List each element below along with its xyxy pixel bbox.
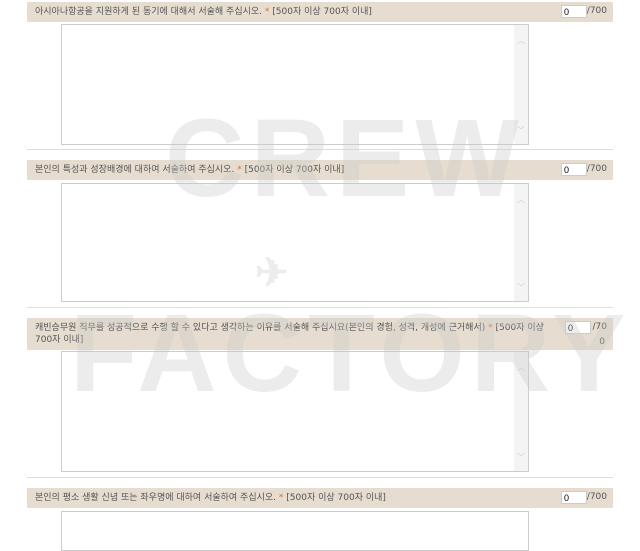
required-mark: *	[264, 7, 270, 17]
required-mark: *	[278, 493, 284, 503]
limit-text: [500자 이상 700자 이내]	[244, 165, 345, 175]
question-label: 아시아나항공을 지원하게 된 동기에 대해서 서술해 주십시오.	[35, 7, 263, 17]
question-label: 본인의 평소 생활 신념 또는 좌우명에 대하여 서술하여 주십시오.	[35, 493, 277, 503]
required-mark: *	[488, 323, 493, 333]
char-count-input[interactable]	[561, 5, 587, 18]
question-label: 캐빈승무원 직무를 성공적으로 수행 할 수 있다고 생각하는 이유를 서술해 …	[35, 323, 486, 333]
divider	[27, 149, 613, 150]
limit-text: [500자 이상 700자 이내]	[286, 493, 386, 503]
divider	[27, 477, 613, 478]
scrollbar[interactable]: ︿ ﹀	[514, 352, 528, 471]
answer-textarea-1[interactable]: ︿ ﹀	[61, 24, 529, 145]
limit-text: [500자 이상 700자 이내]	[272, 7, 372, 17]
scrollbar[interactable]: ︿ ﹀	[514, 184, 528, 301]
divider	[27, 307, 613, 308]
char-count-input[interactable]	[561, 163, 587, 176]
answer-textarea-4[interactable]	[61, 511, 529, 551]
max-count: /70	[592, 322, 607, 332]
max-count: /700	[586, 164, 607, 174]
max-count: /700	[586, 492, 607, 502]
char-count-input[interactable]	[561, 491, 587, 504]
question-1-header: 아시아나항공을 지원하게 된 동기에 대해서 서술해 주십시오. * [500자…	[27, 2, 613, 22]
question-label: 본인의 특성과 성장배경에 대하여 서술하여 주십시오.	[35, 165, 235, 175]
required-mark: *	[237, 165, 242, 175]
answer-textarea-2[interactable]: ︿ ﹀	[61, 183, 529, 302]
max-count: /700	[586, 6, 607, 16]
max-count-wrap: 0	[599, 337, 605, 347]
question-2-header: 본인의 특성과 성장배경에 대하여 서술하여 주십시오. * [500자 이상 …	[27, 160, 613, 180]
answer-textarea-3[interactable]: ︿ ﹀	[61, 351, 529, 472]
char-count-input[interactable]	[565, 321, 591, 334]
question-4-header: 본인의 평소 생활 신념 또는 좌우명에 대하여 서술하여 주십시오. * [5…	[27, 488, 613, 508]
question-3-header: 캐빈승무원 직무를 성공적으로 수행 할 수 있다고 생각하는 이유를 서술해 …	[27, 318, 613, 350]
scrollbar[interactable]: ︿ ﹀	[514, 25, 528, 144]
